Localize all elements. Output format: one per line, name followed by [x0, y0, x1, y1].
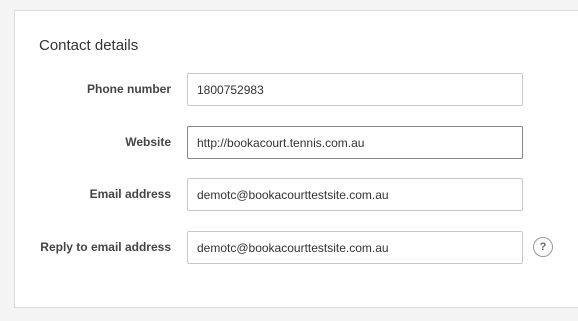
email-input[interactable] — [187, 178, 523, 211]
email-row: Email address — [15, 178, 575, 211]
reply-email-row: Reply to email address ? — [15, 231, 575, 264]
section-title: Contact details — [39, 37, 139, 54]
email-label: Email address — [89, 187, 171, 201]
question-mark-icon[interactable]: ? — [533, 237, 553, 257]
phone-label: Phone number — [86, 82, 171, 96]
contact-details-panel: Contact details Phone number Website Ema… — [14, 10, 578, 308]
phone-row: Phone number — [15, 73, 575, 106]
website-label: Website — [125, 135, 171, 149]
website-row: Website — [15, 126, 575, 159]
reply-email-input[interactable] — [187, 231, 523, 264]
reply-email-label: Reply to email address — [40, 240, 171, 254]
phone-input[interactable] — [187, 73, 523, 106]
website-input[interactable] — [187, 126, 523, 159]
